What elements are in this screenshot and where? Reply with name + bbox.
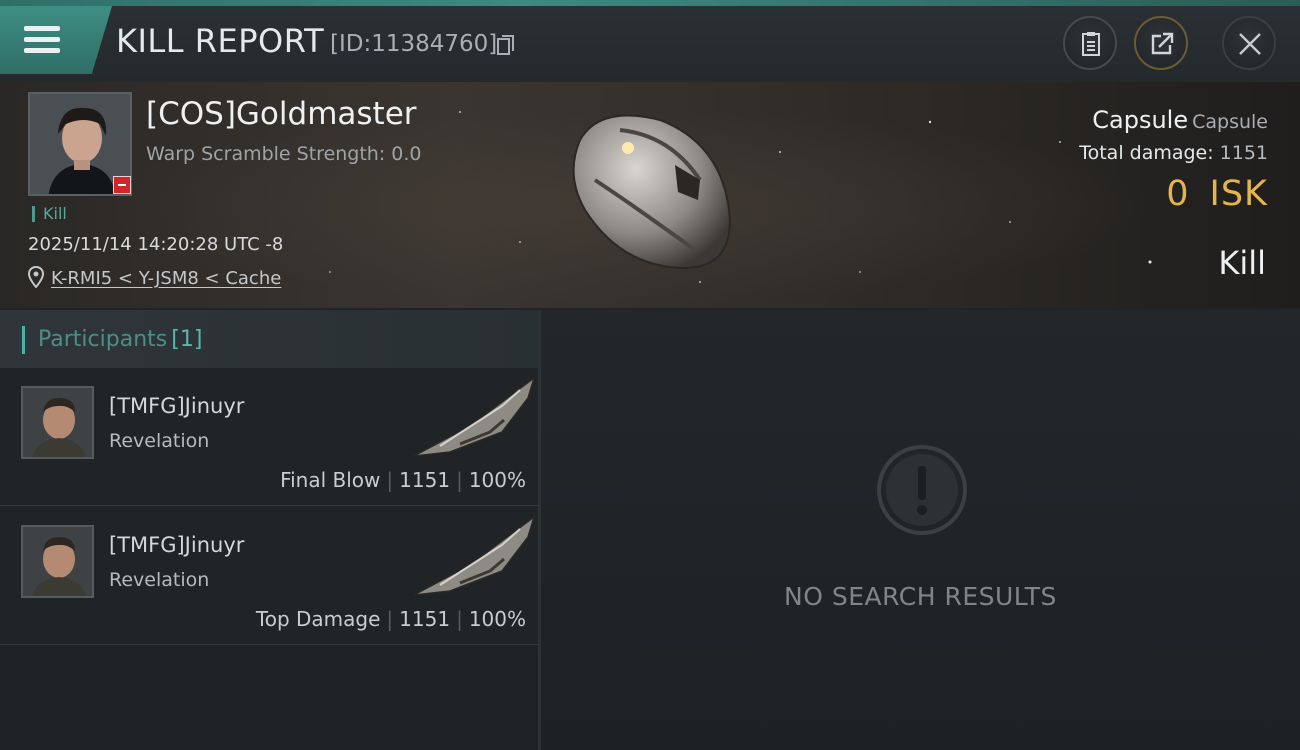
menu-icon[interactable] xyxy=(24,26,60,54)
capsule-ship-image xyxy=(572,114,732,270)
result-label: Kill xyxy=(1218,244,1266,282)
participant-stats: Top Damage | 1151 | 100% xyxy=(255,607,526,631)
participant-percent: 100% xyxy=(468,607,526,631)
close-icon xyxy=(1239,33,1261,55)
victim-ship-type[interactable]: Capsule Capsule xyxy=(1092,106,1268,134)
location-link[interactable]: K-RMI5 < Y-JSM8 < Cache xyxy=(51,268,281,289)
ship-class: Capsule xyxy=(1192,111,1268,133)
copy-icon[interactable] xyxy=(497,34,515,56)
participant-name: [TMFG]Jinuyr xyxy=(109,394,245,418)
isk-value: 0 ISK xyxy=(1166,174,1268,214)
participant-ship: Revelation xyxy=(109,569,210,591)
participant-row[interactable]: [TMFG]Jinuyr Revelation Final Blow | 1151 |… xyxy=(0,368,538,506)
participants-panel: Participants[1] [TMFG]Jinuyr Revelation xyxy=(0,310,538,750)
isk-amount: 0 xyxy=(1166,174,1190,214)
victim-name[interactable]: [COS]Goldmaster xyxy=(146,96,417,132)
standing-badge xyxy=(113,176,131,194)
empty-state-text: NO SEARCH RESULTS xyxy=(784,582,1057,611)
participants-label: Participants xyxy=(38,327,168,352)
participant-avatar[interactable] xyxy=(21,525,94,598)
kill-report-screen: KILL REPORT [ID:11384760] [COS]Goldmaste… xyxy=(0,0,1300,750)
participant-ship: Revelation xyxy=(109,430,210,452)
participant-row[interactable]: [TMFG]Jinuyr Revelation Top Damage | 1151 |… xyxy=(0,507,538,645)
report-id: [ID:11384760] xyxy=(330,31,498,57)
share-icon xyxy=(1151,32,1174,55)
page-title: KILL REPORT xyxy=(116,22,325,60)
participants-header: Participants [1] xyxy=(0,310,538,368)
isk-unit: ISK xyxy=(1209,174,1268,214)
kill-tag: Kill xyxy=(32,206,67,222)
alert-icon xyxy=(877,445,967,535)
participants-title: Participants [1] xyxy=(38,327,202,352)
total-damage-value: 1151 xyxy=(1219,142,1268,164)
location-pin-icon xyxy=(28,266,44,288)
participants-count: [1] xyxy=(171,327,203,352)
participant-name: [TMFG]Jinuyr xyxy=(109,533,245,557)
close-button[interactable] xyxy=(1222,16,1276,70)
revelation-ship-image xyxy=(413,515,536,596)
header-accent-bar xyxy=(22,326,25,354)
results-panel: NO SEARCH RESULTS xyxy=(541,310,1300,750)
participant-avatar[interactable] xyxy=(21,386,94,459)
participant-damage: 1151 xyxy=(399,468,451,492)
report-icon xyxy=(1082,32,1100,56)
total-damage-label: Total damage: xyxy=(1079,142,1214,164)
kill-timestamp: 2025/11/14 14:20:28 UTC -8 xyxy=(28,234,284,255)
participant-role: Final Blow xyxy=(280,468,381,492)
participant-percent: 100% xyxy=(468,468,526,492)
report-button[interactable] xyxy=(1063,16,1117,70)
participant-role: Top Damage xyxy=(255,607,381,631)
revelation-ship-image xyxy=(413,376,536,457)
total-damage: Total damage: 1151 xyxy=(1079,142,1268,164)
participant-damage: 1151 xyxy=(399,607,451,631)
warp-scramble-strength: Warp Scramble Strength: 0.0 xyxy=(146,143,422,165)
share-button[interactable] xyxy=(1134,16,1188,70)
ship-name: Capsule xyxy=(1092,106,1189,134)
participant-stats: Final Blow | 1151 | 100% xyxy=(280,468,526,492)
